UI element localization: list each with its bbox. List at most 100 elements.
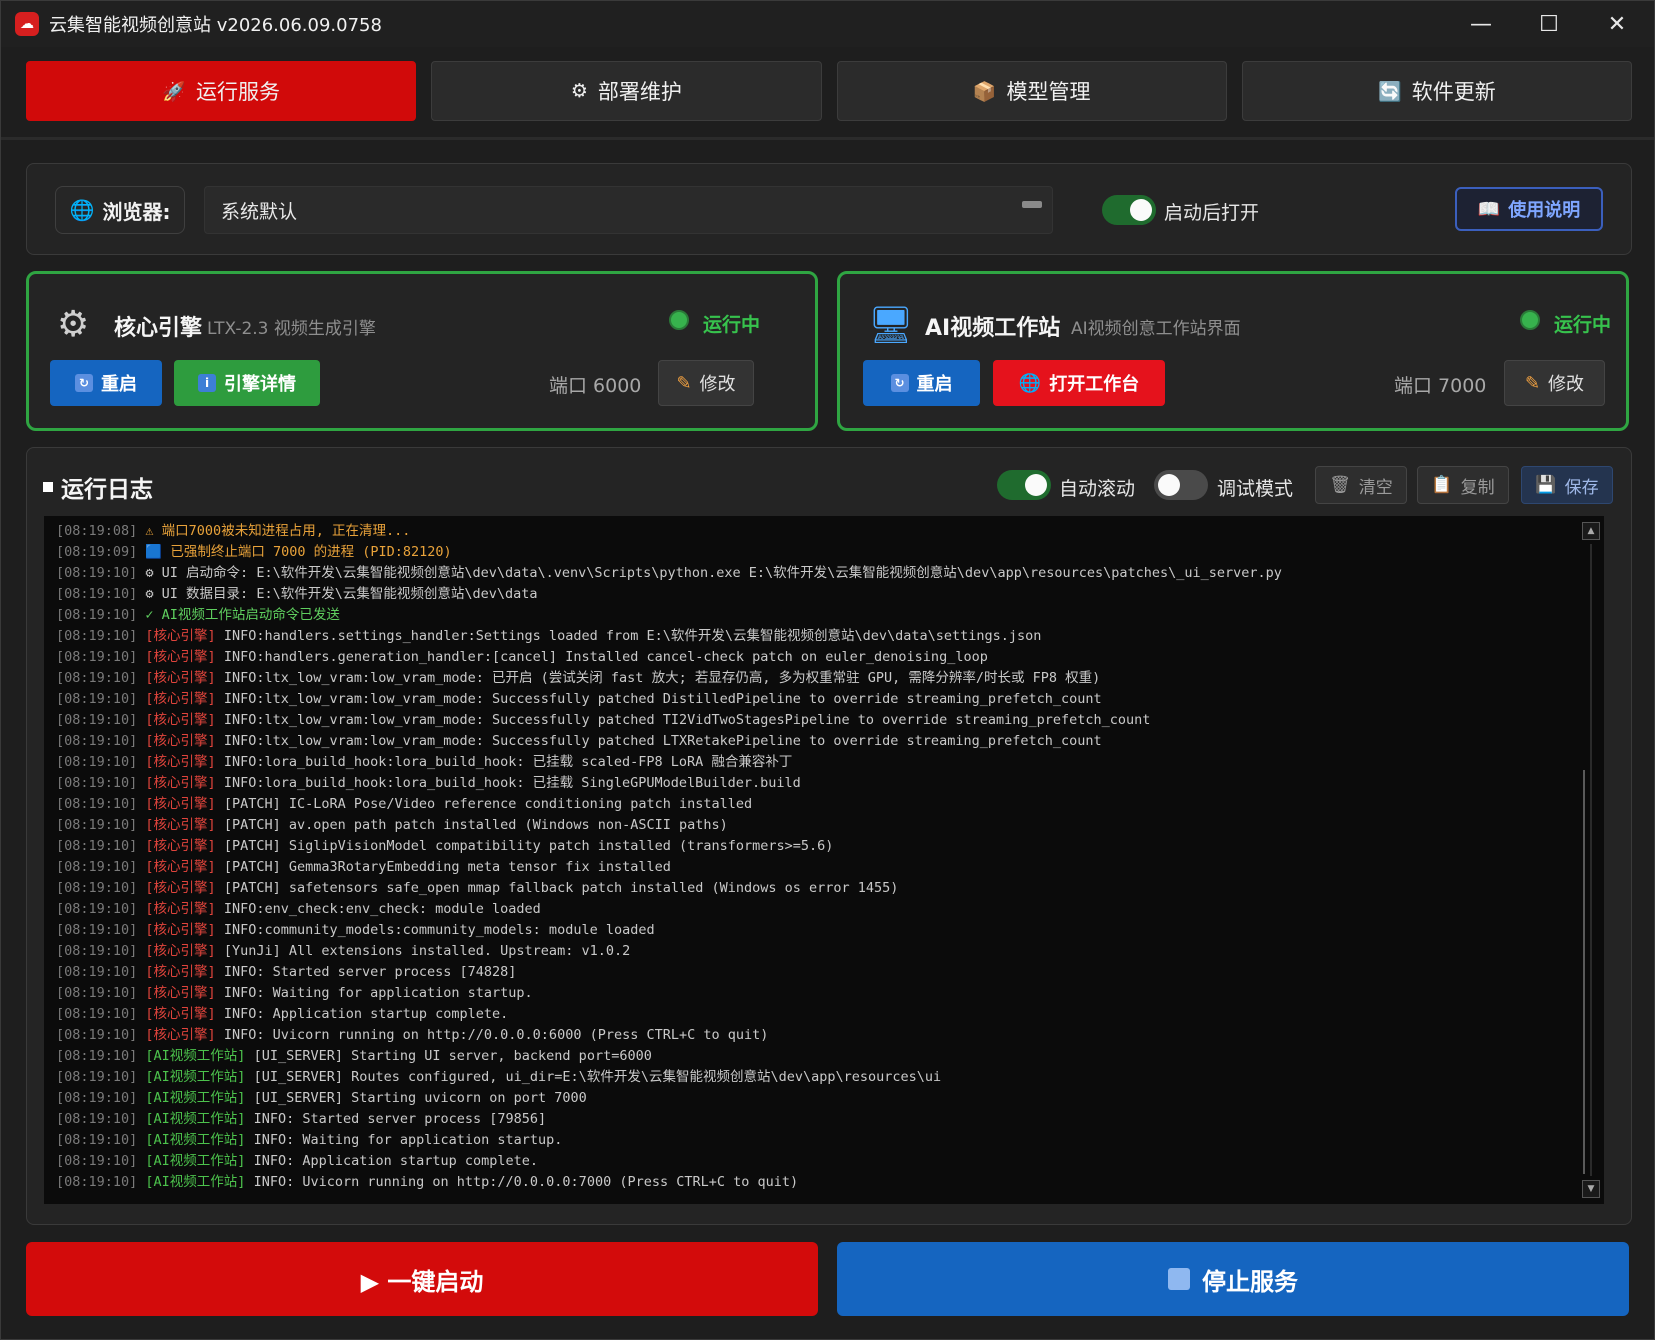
gear-icon: ⚙ xyxy=(57,304,90,345)
log-line: [08:19:10] ⚙ UI 启动命令: E:\软件开发\云集智能视频创意站\… xyxy=(56,563,1566,584)
log-timestamp: [08:19:10] xyxy=(56,607,138,623)
save-log-button[interactable]: 💾 保存 xyxy=(1521,466,1613,504)
copy-label: 复制 xyxy=(1460,477,1495,498)
open-workbench-button[interactable]: 🌐 打开工作台 xyxy=(993,360,1165,406)
open-after-launch-toggle[interactable] xyxy=(1102,195,1156,225)
log-timestamp: [08:19:10] xyxy=(56,838,138,854)
status-indicator-icon xyxy=(1520,310,1540,330)
ai-studio-subtitle: AI视频创意工作站界面 xyxy=(1071,319,1241,339)
log-timestamp: [08:19:10] xyxy=(56,796,138,812)
core-edit-port-button[interactable]: ✎ 修改 xyxy=(658,360,754,406)
log-line: [08:19:10] [AI视频工作站] [UI_SERVER] Startin… xyxy=(56,1088,1566,1109)
auto-scroll-toggle[interactable] xyxy=(997,470,1051,500)
save-label: 保存 xyxy=(1564,477,1599,498)
log-line: [08:19:10] [核心引擎] INFO: Started server p… xyxy=(56,962,1566,983)
log-message: ⚙ UI 数据目录: E:\软件开发\云集智能视频创意站\dev\data xyxy=(145,586,538,602)
log-timestamp: [08:19:10] xyxy=(56,775,138,791)
log-message: [PATCH] SiglipVisionModel compatibility … xyxy=(223,838,834,854)
tab-label: 模型管理 xyxy=(1006,80,1091,104)
open-workbench-label: 打开工作台 xyxy=(1049,374,1140,395)
log-message: [UI_SERVER] Routes configured, ui_dir=E:… xyxy=(253,1069,942,1085)
log-message: ⚙ UI 启动命令: E:\软件开发\云集智能视频创意站\dev\data\.v… xyxy=(145,565,1282,581)
browser-select[interactable]: 系统默认 xyxy=(204,186,1053,234)
log-message: [PATCH] safetensors safe_open mmap fallb… xyxy=(223,880,899,896)
log-source-tag: [核心引擎] xyxy=(145,1006,216,1022)
tab-deploy-maintenance[interactable]: ⚙ 部署维护 xyxy=(431,61,822,121)
log-output[interactable]: [08:19:08] ⚠ 端口7000被未知进程占用, 正在清理... [08:1… xyxy=(44,516,1604,1204)
globe-icon: 🌐 xyxy=(1018,372,1042,394)
log-line: [08:19:10] [核心引擎] [YunJi] All extensions… xyxy=(56,941,1566,962)
log-line: [08:19:10] [核心引擎] [PATCH] IC-LoRA Pose/V… xyxy=(56,794,1566,815)
browser-settings-panel: 🌐 浏览器: 系统默认 启动后打开 📖 使用说明 xyxy=(26,163,1632,255)
log-line: [08:19:10] [核心引擎] INFO:ltx_low_vram:low_… xyxy=(56,710,1566,731)
clipboard-icon: 📋 xyxy=(1431,475,1453,495)
log-line: [08:19:10] [核心引擎] INFO:ltx_low_vram:low_… xyxy=(56,668,1566,689)
log-timestamp: [08:19:10] xyxy=(56,754,138,770)
log-line: [08:19:10] [核心引擎] INFO:community_models:… xyxy=(56,920,1566,941)
log-message: INFO: Started server process [74828] xyxy=(223,964,517,980)
tab-software-update[interactable]: 🔄 软件更新 xyxy=(1241,61,1632,121)
user-manual-button[interactable]: 📖 使用说明 xyxy=(1455,187,1603,231)
log-message: ✓ AI视频工作站启动命令已发送 xyxy=(145,607,340,623)
log-timestamp: [08:19:10] xyxy=(56,1111,138,1127)
log-line: [08:19:10] [核心引擎] INFO:ltx_low_vram:low_… xyxy=(56,731,1566,752)
log-source-tag: [核心引擎] xyxy=(145,922,216,938)
square-bullet-icon xyxy=(43,482,53,492)
studio-edit-port-button[interactable]: ✎ 修改 xyxy=(1504,360,1605,406)
minimize-button[interactable]: — xyxy=(1446,1,1516,47)
log-source-tag: [AI视频工作站] xyxy=(145,1132,246,1148)
log-message: [UI_SERVER] Starting uvicorn on port 700… xyxy=(253,1090,587,1106)
log-source-tag: [核心引擎] xyxy=(145,733,216,749)
clear-log-button[interactable]: 🗑 清空 xyxy=(1315,466,1407,504)
cloud-app-icon: ☁ xyxy=(15,12,39,36)
copy-log-button[interactable]: 📋 复制 xyxy=(1417,466,1509,504)
studio-restart-button[interactable]: ↻ 重启 xyxy=(863,360,980,406)
log-timestamp: [08:19:10] xyxy=(56,1006,138,1022)
browser-selected-value: 系统默认 xyxy=(221,200,298,223)
dropdown-handle-icon xyxy=(1022,201,1042,208)
core-engine-status: 运行中 xyxy=(703,314,761,336)
log-timestamp: [08:19:10] xyxy=(56,964,138,980)
rocket-icon: 🚀 xyxy=(162,80,186,103)
scroll-down-arrow-icon[interactable]: ▼ xyxy=(1582,1180,1600,1198)
log-timestamp: [08:19:10] xyxy=(56,943,138,959)
refresh-icon: ↻ xyxy=(890,374,909,392)
one-click-start-button[interactable]: ▶ 一键启动 xyxy=(26,1242,818,1316)
edit-label: 修改 xyxy=(699,374,736,395)
stop-service-button[interactable]: 停止服务 xyxy=(837,1242,1629,1316)
log-message: INFO:ltx_low_vram:low_vram_mode: Success… xyxy=(223,691,1102,707)
log-source-tag: [AI视频工作站] xyxy=(145,1090,246,1106)
tab-divider xyxy=(1,137,1654,140)
tab-model-management[interactable]: 📦 模型管理 xyxy=(836,61,1227,121)
debug-mode-toggle[interactable] xyxy=(1154,470,1208,500)
engine-details-label: 引擎详情 xyxy=(224,374,296,395)
tab-run-service[interactable]: 🚀 运行服务 xyxy=(26,61,417,121)
log-scrollbar[interactable]: ▲ ▼ xyxy=(1582,522,1600,1198)
log-message: INFO:handlers.settings_handler:Settings … xyxy=(223,628,1042,644)
log-timestamp: [08:19:10] xyxy=(56,985,138,1001)
log-line: [08:19:10] [核心引擎] [PATCH] safetensors sa… xyxy=(56,878,1566,899)
log-timestamp: [08:19:10] xyxy=(56,922,138,938)
open-after-launch-label: 启动后打开 xyxy=(1164,202,1260,224)
auto-scroll-label: 自动滚动 xyxy=(1059,478,1136,500)
core-restart-button[interactable]: ↻ 重启 xyxy=(50,360,162,406)
book-icon: 📖 xyxy=(1477,198,1501,220)
log-source-tag: [AI视频工作站] xyxy=(145,1174,246,1190)
scroll-up-arrow-icon[interactable]: ▲ xyxy=(1582,522,1600,540)
log-timestamp: [08:19:10] xyxy=(56,628,138,644)
close-button[interactable]: ✕ xyxy=(1582,1,1652,47)
maximize-button[interactable]: ☐ xyxy=(1514,1,1584,47)
browser-label-text: 浏览器: xyxy=(102,199,171,224)
refresh-icon: ↻ xyxy=(75,374,93,392)
log-line: [08:19:10] [AI视频工作站] INFO: Uvicorn runni… xyxy=(56,1172,1566,1193)
log-timestamp: [08:19:10] xyxy=(56,649,138,665)
log-line: [08:19:10] [AI视频工作站] INFO: Application s… xyxy=(56,1151,1566,1172)
start-label: ▶ 一键启动 xyxy=(360,1267,484,1296)
edit-label: 修改 xyxy=(1548,374,1585,395)
scrollbar-thumb[interactable] xyxy=(1583,770,1599,1174)
tab-label: 运行服务 xyxy=(195,80,280,104)
log-message: INFO: Uvicorn running on http://0.0.0.0:… xyxy=(253,1174,799,1190)
gear-icon: ⚙ xyxy=(570,80,588,102)
log-source-tag: [AI视频工作站] xyxy=(145,1153,246,1169)
engine-details-button[interactable]: i 引擎详情 xyxy=(174,360,320,406)
